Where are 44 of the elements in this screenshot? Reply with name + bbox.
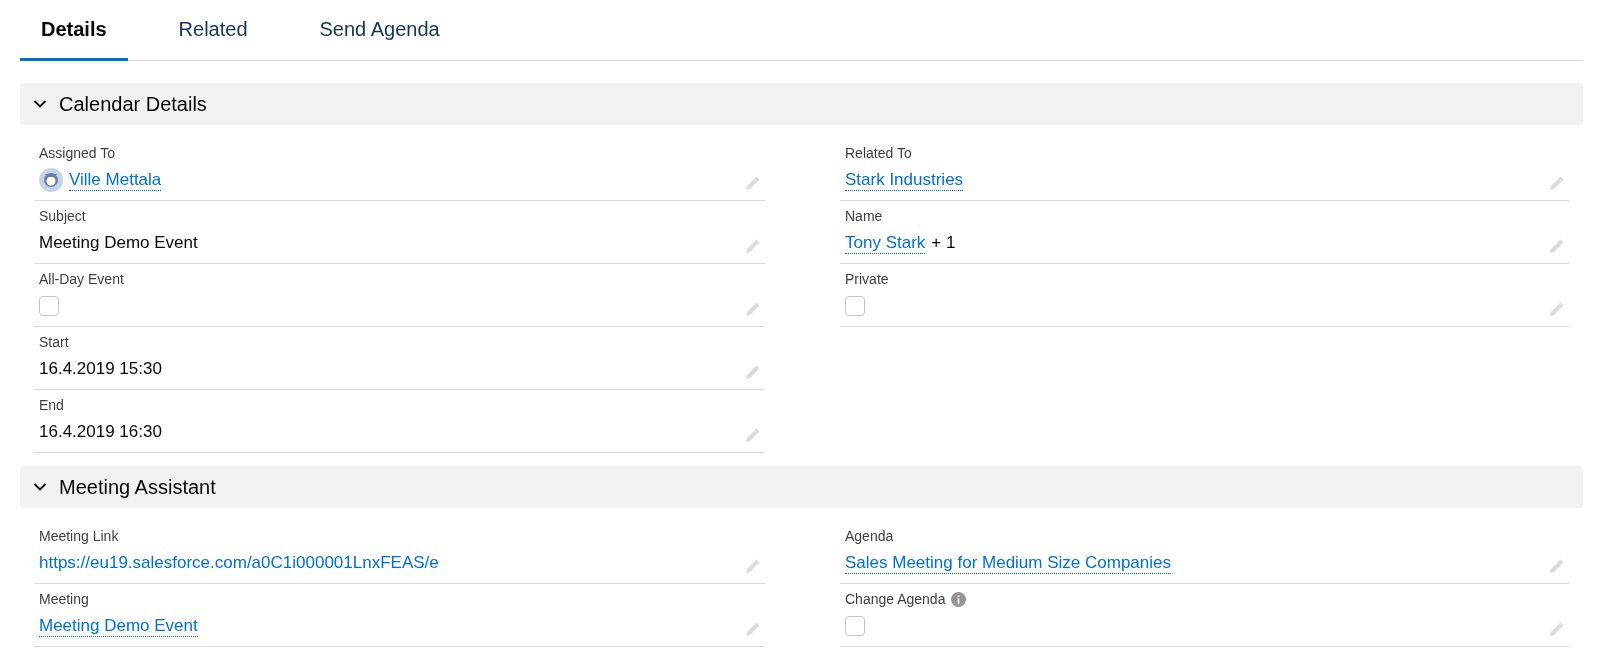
section-header[interactable]: Calendar Details [20, 83, 1583, 125]
field-label: All-Day Event [39, 271, 124, 287]
info-icon[interactable] [951, 591, 967, 607]
pencil-icon[interactable] [744, 302, 760, 318]
field-label: Meeting [39, 591, 89, 607]
field-label: Assigned To [39, 145, 115, 161]
record-link[interactable]: Ville Mettala [69, 169, 162, 191]
pencil-icon[interactable] [1548, 302, 1564, 318]
field-label: End [39, 397, 64, 413]
field-value: Meeting Demo Event [39, 233, 198, 253]
tab[interactable]: Send Agenda [298, 0, 461, 61]
record-link[interactable]: Sales Meeting for Medium Size Companies [845, 552, 1171, 574]
url-link[interactable]: https://eu19.salesforce.com/a0C1i000001LnxFEAS/e [39, 553, 439, 573]
checkbox[interactable] [39, 296, 59, 316]
field-label: Start [39, 334, 69, 350]
tab[interactable]: Related [157, 0, 269, 61]
pencil-icon[interactable] [744, 559, 760, 575]
field-value: 16.4.2019 15:30 [39, 359, 162, 379]
record-link[interactable]: Stark Industries [845, 169, 964, 191]
field-label: Agenda [845, 528, 894, 544]
checkbox[interactable] [845, 296, 865, 316]
field-label: Name [845, 208, 883, 224]
pencil-icon[interactable] [744, 239, 760, 255]
section-header[interactable]: Meeting Assistant [20, 466, 1583, 508]
pencil-icon[interactable] [744, 176, 760, 192]
record-link[interactable]: Meeting Demo Event [39, 615, 198, 637]
tab[interactable]: Details [20, 0, 128, 61]
pencil-icon[interactable] [1548, 239, 1564, 255]
record-link[interactable]: Tony Stark [845, 232, 926, 254]
field-label: Private [845, 271, 889, 287]
pencil-icon[interactable] [1548, 622, 1564, 638]
field-label: Change Agenda [845, 591, 946, 607]
field-label: Related To [845, 145, 912, 161]
pencil-icon[interactable] [1548, 176, 1564, 192]
field-label: Meeting Link [39, 528, 119, 544]
pencil-icon[interactable] [744, 622, 760, 638]
checkbox[interactable] [845, 616, 865, 636]
pencil-icon[interactable] [744, 365, 760, 381]
field-value: 16.4.2019 16:30 [39, 422, 162, 442]
pencil-icon[interactable] [744, 428, 760, 444]
pencil-icon[interactable] [1548, 559, 1564, 575]
additional-count: + 1 [931, 233, 956, 253]
field-label: Subject [39, 208, 86, 224]
avatar-icon [39, 168, 63, 192]
